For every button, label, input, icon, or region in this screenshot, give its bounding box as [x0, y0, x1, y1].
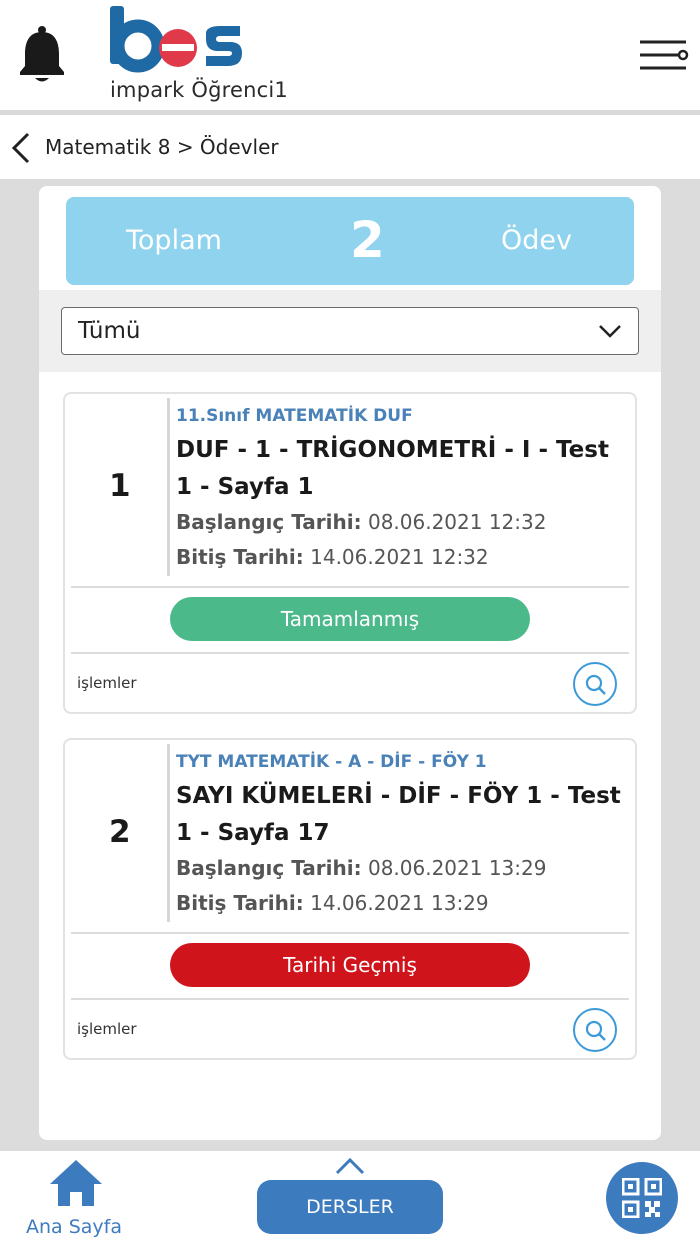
home-label: Ana Sayfa: [26, 1216, 123, 1238]
assignment-card[interactable]: 2 TYT MATEMATİK - A - DİF - FÖY 1 SAYI K…: [63, 738, 637, 1060]
filter-value: Tümü: [78, 318, 141, 344]
start-date-label: Başlangıç Tarihi:: [176, 856, 362, 880]
start-date-value: 08.06.2021 12:32: [361, 510, 547, 534]
breadcrumb-bar: Matematik 8 > Ödevler: [0, 115, 700, 179]
assignment-number: 1: [109, 468, 131, 504]
total-unit-label: Ödev: [501, 225, 572, 256]
start-date-label: Başlangıç Tarihi:: [176, 510, 362, 534]
assignment-title: SAYI KÜMELERİ - DİF - FÖY 1 - Test 1 - S…: [176, 783, 621, 846]
assignment-title: DUF - 1 - TRİGONOMETRİ - I - Test 1 - Sa…: [176, 437, 609, 500]
card-divider: [71, 586, 629, 588]
total-count: 2: [350, 211, 385, 269]
end-date-value: 14.06.2021 12:32: [303, 545, 489, 569]
end-date-label: Bitiş Tarihi:: [176, 545, 304, 569]
bell-icon[interactable]: [16, 24, 68, 84]
assignment-number: 2: [109, 814, 131, 850]
end-date-value: 14.06.2021 13:29: [303, 891, 489, 915]
assignment-course: 11.Sınıf MATEMATİK DUF: [176, 406, 413, 426]
card-divider: [167, 398, 170, 576]
card-divider: [71, 932, 629, 934]
chevron-up-icon[interactable]: [334, 1156, 366, 1176]
assignment-start-date: Başlangıç Tarihi: 08.06.2021 12:32: [176, 510, 546, 534]
bes-logo: [108, 6, 248, 76]
start-date-value: 08.06.2021 13:29: [361, 856, 547, 880]
menu-icon[interactable]: [636, 36, 692, 76]
breadcrumb: Matematik 8 > Ödevler: [45, 135, 279, 159]
assignment-end-date: Bitiş Tarihi: 14.06.2021 12:32: [176, 545, 489, 569]
total-label: Toplam: [126, 225, 222, 256]
assignment-end-date: Bitiş Tarihi: 14.06.2021 13:29: [176, 891, 489, 915]
actions-label: işlemler: [77, 674, 137, 692]
actions-label: işlemler: [77, 1020, 137, 1038]
assignment-course: TYT MATEMATİK - A - DİF - FÖY 1: [176, 752, 487, 772]
end-date-label: Bitiş Tarihi:: [176, 891, 304, 915]
chevron-down-icon: [598, 322, 622, 340]
status-filter-select[interactable]: Tümü: [61, 307, 639, 355]
total-summary: Toplam 2 Ödev: [66, 197, 634, 285]
home-icon: [48, 1158, 104, 1208]
filter-band: Tümü: [39, 290, 661, 372]
assignment-start-date: Başlangıç Tarihi: 08.06.2021 13:29: [176, 856, 546, 880]
status-badge[interactable]: Tarihi Geçmiş: [170, 943, 530, 987]
bottom-nav: Ana Sayfa DERSLER: [0, 1151, 700, 1244]
home-button[interactable]: Ana Sayfa: [24, 1158, 132, 1238]
app-header: impark Öğrenci1: [0, 0, 700, 110]
card-divider: [167, 744, 170, 922]
assignment-card[interactable]: 1 11.Sınıf MATEMATİK DUF DUF - 1 - TRİGO…: [63, 392, 637, 714]
search-icon[interactable]: [573, 662, 617, 706]
user-subtitle: impark Öğrenci1: [110, 78, 288, 102]
status-badge[interactable]: Tamamlanmış: [170, 597, 530, 641]
search-icon[interactable]: [573, 1008, 617, 1052]
card-divider: [71, 652, 629, 654]
assignments-panel: Toplam 2 Ödev Tümü 1 11.Sınıf MATEMATİK …: [39, 186, 661, 1140]
courses-button[interactable]: DERSLER: [257, 1180, 443, 1234]
card-divider: [71, 998, 629, 1000]
chevron-left-icon[interactable]: [8, 131, 36, 165]
qr-code-icon[interactable]: [606, 1162, 678, 1234]
